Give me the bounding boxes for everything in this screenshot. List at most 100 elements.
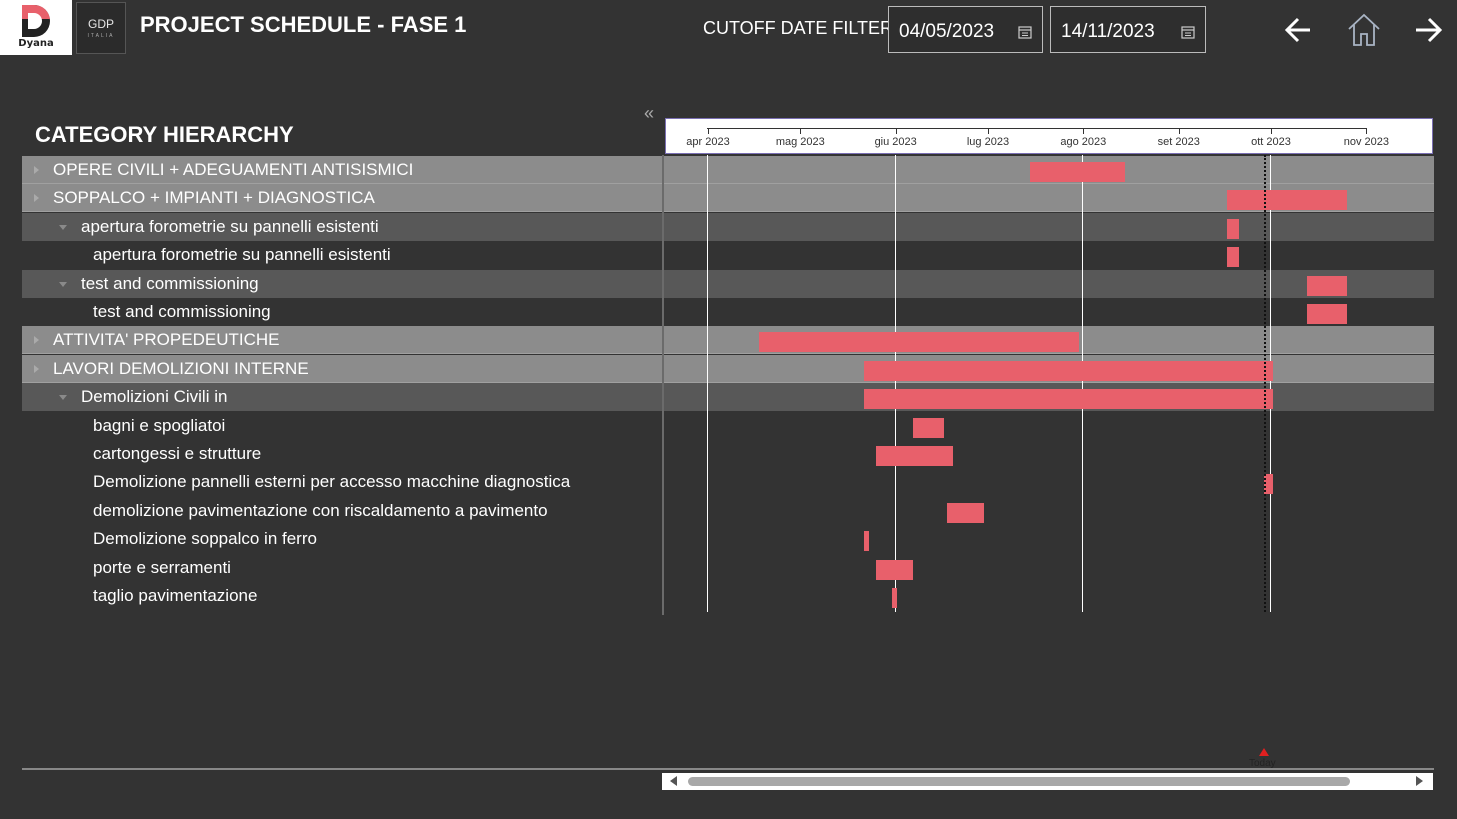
gantt-bar[interactable] bbox=[864, 361, 1273, 381]
month-gridline bbox=[1082, 155, 1083, 612]
dyana-logo: Dyana bbox=[0, 0, 72, 55]
month-label: mag 2023 bbox=[775, 136, 825, 148]
timeline-tick bbox=[987, 128, 989, 134]
hierarchy-row[interactable]: taglio pavimentazione bbox=[22, 582, 1434, 610]
month-label: nov 2023 bbox=[1343, 136, 1390, 148]
arrow-left-icon[interactable] bbox=[1280, 10, 1320, 50]
horizontal-scrollbar[interactable] bbox=[662, 773, 1433, 790]
gdp-logo-subtext: ITALIA bbox=[87, 33, 115, 39]
gantt-bar[interactable] bbox=[864, 389, 1273, 409]
gantt-bar[interactable] bbox=[1307, 276, 1347, 296]
expand-arrow-icon[interactable] bbox=[34, 364, 39, 373]
hierarchy-row[interactable]: ATTIVITA' PROPEDEUTICHE bbox=[22, 326, 1434, 355]
month-gridline bbox=[707, 155, 708, 612]
arrow-right-icon[interactable] bbox=[1408, 10, 1448, 50]
calendar-icon[interactable] bbox=[1018, 25, 1032, 39]
collapse-panel-icon[interactable]: « bbox=[644, 103, 654, 124]
scroll-right-icon[interactable] bbox=[1416, 776, 1423, 786]
row-label: apertura forometrie su pannelli esistent… bbox=[93, 245, 391, 265]
expand-arrow-icon[interactable] bbox=[34, 336, 39, 345]
gantt-bar[interactable] bbox=[1227, 219, 1239, 239]
row-label: Demolizioni Civili in bbox=[81, 387, 228, 407]
timeline-tick bbox=[1366, 128, 1368, 134]
row-label: ATTIVITA' PROPEDEUTICHE bbox=[53, 330, 280, 350]
gantt-bar[interactable] bbox=[876, 446, 953, 466]
row-label: SOPPALCO + IMPIANTI + DIAGNOSTICA bbox=[53, 188, 375, 208]
hierarchy-row[interactable]: porte e serramenti bbox=[22, 554, 1434, 582]
today-line bbox=[1264, 155, 1266, 612]
month-label: giu 2023 bbox=[874, 136, 917, 148]
gdp-logo: GDP ITALIA bbox=[76, 2, 126, 54]
start-date-value: 04/05/2023 bbox=[899, 21, 995, 42]
month-label: apr 2023 bbox=[686, 136, 730, 148]
start-date-input[interactable]: 04/05/2023 bbox=[888, 6, 1043, 53]
dyana-logo-text: Dyana bbox=[18, 38, 54, 49]
expand-arrow-icon[interactable] bbox=[34, 194, 39, 203]
category-hierarchy-title: CATEGORY HIERARCHY bbox=[35, 122, 294, 147]
hierarchy-row[interactable]: OPERE CIVILI + ADEGUAMENTI ANTISISMICI bbox=[22, 156, 1434, 184]
hierarchy-row[interactable]: test and commissioning bbox=[22, 298, 1434, 326]
gantt-bar[interactable] bbox=[864, 531, 869, 551]
bottom-divider bbox=[22, 768, 1434, 770]
gantt-bar[interactable] bbox=[913, 418, 944, 438]
row-label: Demolizione pannelli esterni per accesso… bbox=[93, 472, 571, 492]
collapse-arrow-icon[interactable] bbox=[59, 395, 67, 401]
timeline-tick bbox=[1271, 128, 1273, 134]
hierarchy-row[interactable]: Demolizione pannelli esterni per accesso… bbox=[22, 468, 1434, 496]
collapse-arrow-icon[interactable] bbox=[59, 224, 67, 230]
hierarchy-row[interactable]: demolizione pavimentazione con riscaldam… bbox=[22, 497, 1434, 525]
hierarchy-row[interactable]: Demolizione soppalco in ferro bbox=[22, 525, 1434, 553]
scroll-thumb[interactable] bbox=[688, 777, 1350, 786]
month-label: ott 2023 bbox=[1251, 136, 1291, 148]
hierarchy-row[interactable]: SOPPALCO + IMPIANTI + DIAGNOSTICA bbox=[22, 184, 1434, 213]
row-label: Demolizione soppalco in ferro bbox=[93, 529, 317, 549]
month-label: ago 2023 bbox=[1060, 136, 1107, 148]
month-gridline bbox=[895, 155, 896, 612]
hierarchy-row[interactable]: test and commissioning bbox=[22, 269, 1434, 298]
timeline-tick bbox=[800, 128, 802, 134]
today-marker-icon bbox=[1259, 748, 1269, 756]
today-label: Today bbox=[1249, 758, 1276, 769]
row-label: porte e serramenti bbox=[93, 557, 231, 577]
timeline-axis: apr 2023 mag 2023 giu 2023 lug 2023 ago 2023… bbox=[665, 118, 1433, 154]
row-label: bagni e spogliatoi bbox=[93, 415, 226, 435]
timeline-tick bbox=[895, 128, 897, 134]
row-label: OPERE CIVILI + ADEGUAMENTI ANTISISMICI bbox=[53, 160, 414, 179]
hierarchy-row[interactable]: apertura forometrie su pannelli esistent… bbox=[22, 241, 1434, 269]
expand-arrow-icon[interactable] bbox=[34, 166, 39, 174]
gantt-bar[interactable] bbox=[947, 503, 984, 523]
timeline-tick bbox=[708, 128, 709, 134]
row-label: LAVORI DEMOLIZIONI INTERNE bbox=[53, 358, 309, 378]
collapse-arrow-icon[interactable] bbox=[59, 281, 67, 287]
timeline-tick bbox=[1083, 128, 1085, 134]
row-label: test and commissioning bbox=[93, 302, 271, 321]
gantt-bar[interactable] bbox=[1227, 190, 1347, 210]
row-label: demolizione pavimentazione con riscaldam… bbox=[93, 500, 548, 520]
gantt-bar[interactable] bbox=[759, 332, 1079, 352]
month-label: lug 2023 bbox=[966, 136, 1010, 148]
scroll-left-icon[interactable] bbox=[670, 776, 677, 786]
dyana-logo-icon bbox=[22, 4, 50, 37]
page-title: PROJECT SCHEDULE - FASE 1 bbox=[140, 12, 467, 37]
gantt-bar[interactable] bbox=[1307, 304, 1347, 324]
row-label: cartongessi e strutture bbox=[93, 444, 262, 463]
end-date-value: 14/11/2023 bbox=[1061, 21, 1155, 42]
calendar-icon[interactable] bbox=[1181, 25, 1195, 39]
panel-divider[interactable] bbox=[662, 155, 664, 615]
gantt-bar[interactable] bbox=[1030, 162, 1125, 182]
hierarchy-row[interactable]: cartongessi e strutture bbox=[22, 440, 1434, 468]
row-label: apertura forometrie su pannelli esistent… bbox=[81, 216, 379, 236]
home-icon[interactable] bbox=[1344, 10, 1384, 50]
month-label: set 2023 bbox=[1157, 136, 1200, 148]
gantt-bar[interactable] bbox=[892, 588, 897, 608]
end-date-input[interactable]: 14/11/2023 bbox=[1050, 6, 1206, 53]
row-label: taglio pavimentazione bbox=[93, 586, 258, 605]
hierarchy-row[interactable]: bagni e spogliatoi bbox=[22, 412, 1434, 440]
timeline-tick bbox=[1178, 128, 1180, 134]
hierarchy-row[interactable]: apertura forometrie su pannelli esistent… bbox=[22, 212, 1434, 241]
gantt-bar[interactable] bbox=[1227, 247, 1239, 267]
row-label: test and commissioning bbox=[81, 273, 259, 293]
month-gridline bbox=[1270, 155, 1271, 612]
gdp-logo-text: GDP bbox=[87, 17, 114, 31]
gantt-bar[interactable] bbox=[876, 560, 913, 580]
